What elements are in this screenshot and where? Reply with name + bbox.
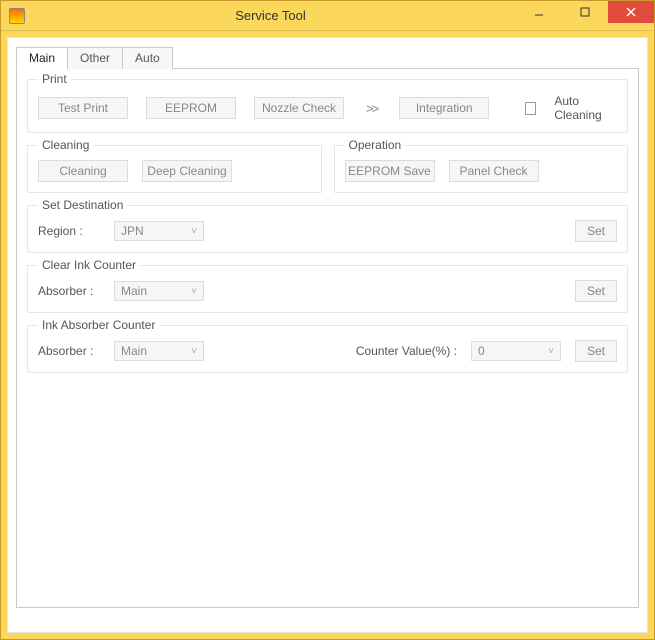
clear-ink-absorber-value: Main xyxy=(121,284,147,298)
group-cleaning-legend: Cleaning xyxy=(38,138,93,152)
group-clear-ink-legend: Clear Ink Counter xyxy=(38,258,140,272)
group-clear-ink: Clear Ink Counter Absorber : Main ˅ Set xyxy=(27,265,628,313)
minimize-button[interactable] xyxy=(516,1,562,23)
group-operation-legend: Operation xyxy=(345,138,406,152)
counter-value: 0 xyxy=(478,344,485,358)
group-print-legend: Print xyxy=(38,72,71,86)
chevron-down-icon: ˅ xyxy=(548,346,554,357)
group-set-destination-legend: Set Destination xyxy=(38,198,127,212)
minimize-icon xyxy=(534,7,544,17)
ink-absorber-set-button[interactable]: Set xyxy=(575,340,617,362)
counter-value-label: Counter Value(%) : xyxy=(356,344,457,358)
more-arrow-icon[interactable]: >> xyxy=(362,101,381,116)
region-value: JPN xyxy=(121,224,144,238)
panel-check-button[interactable]: Panel Check xyxy=(449,160,539,182)
ink-absorber-combo[interactable]: Main ˅ xyxy=(114,341,204,361)
tab-main[interactable]: Main xyxy=(16,47,68,69)
group-ink-absorber-legend: Ink Absorber Counter xyxy=(38,318,159,332)
chevron-down-icon: ˅ xyxy=(191,226,197,237)
window-title: Service Tool xyxy=(25,8,516,23)
group-set-destination: Set Destination Region : JPN ˅ Set xyxy=(27,205,628,253)
chevron-down-icon: ˅ xyxy=(191,286,197,297)
title-bar: Service Tool xyxy=(1,1,654,31)
group-print: Print Test Print EEPROM Nozzle Check >> … xyxy=(27,79,628,133)
test-print-button[interactable]: Test Print xyxy=(38,97,128,119)
app-window: Service Tool Main Other Auto Prin xyxy=(0,0,655,640)
chevron-down-icon: ˅ xyxy=(191,346,197,357)
close-icon xyxy=(626,7,636,17)
window-buttons xyxy=(516,1,654,30)
tab-auto[interactable]: Auto xyxy=(122,47,173,69)
deep-cleaning-button[interactable]: Deep Cleaning xyxy=(142,160,232,182)
region-combo[interactable]: JPN ˅ xyxy=(114,221,204,241)
app-icon xyxy=(9,8,25,24)
nozzle-check-button[interactable]: Nozzle Check xyxy=(254,97,344,119)
tab-page-main: Print Test Print EEPROM Nozzle Check >> … xyxy=(16,68,639,608)
clear-ink-set-button[interactable]: Set xyxy=(575,280,617,302)
eeprom-save-button[interactable]: EEPROM Save xyxy=(345,160,435,182)
region-label: Region : xyxy=(38,224,100,238)
tab-strip: Main Other Auto xyxy=(16,47,639,69)
tab-other[interactable]: Other xyxy=(67,47,123,69)
auto-cleaning-checkbox[interactable] xyxy=(525,102,536,115)
inner-panel: Main Other Auto Print Test Print EEPROM … xyxy=(7,37,648,633)
clear-ink-absorber-label: Absorber : xyxy=(38,284,100,298)
clear-ink-absorber-combo[interactable]: Main ˅ xyxy=(114,281,204,301)
ink-absorber-label: Absorber : xyxy=(38,344,100,358)
integration-button[interactable]: Integration xyxy=(399,97,489,119)
ink-absorber-value: Main xyxy=(121,344,147,358)
close-button[interactable] xyxy=(608,1,654,23)
eeprom-button[interactable]: EEPROM xyxy=(146,97,236,119)
group-ink-absorber: Ink Absorber Counter Absorber : Main ˅ C… xyxy=(27,325,628,373)
auto-cleaning-label: Auto Cleaning xyxy=(554,94,617,122)
client-area: Main Other Auto Print Test Print EEPROM … xyxy=(1,31,654,639)
group-cleaning: Cleaning Cleaning Deep Cleaning xyxy=(27,145,322,193)
group-operation: Operation EEPROM Save Panel Check xyxy=(334,145,629,193)
maximize-button[interactable] xyxy=(562,1,608,23)
cleaning-button[interactable]: Cleaning xyxy=(38,160,128,182)
maximize-icon xyxy=(580,7,590,17)
counter-value-combo[interactable]: 0 ˅ xyxy=(471,341,561,361)
set-destination-set-button[interactable]: Set xyxy=(575,220,617,242)
